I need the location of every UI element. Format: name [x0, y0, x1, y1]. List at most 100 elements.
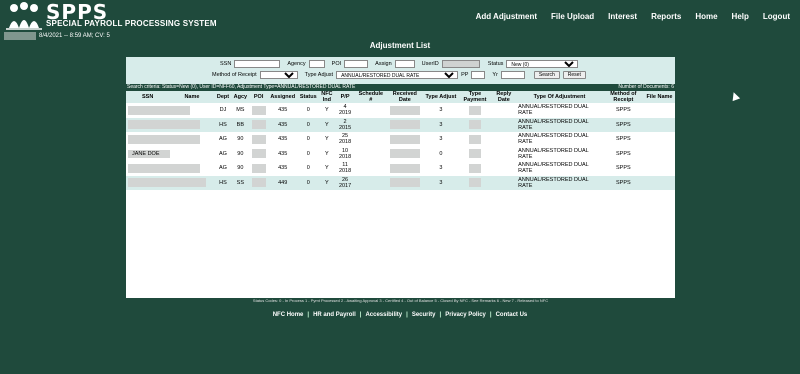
redacted-ssn [128, 163, 200, 173]
pp-cell: 10 2018 [338, 147, 352, 160]
ssn-input[interactable] [234, 60, 281, 68]
col-schedule[interactable]: Schedule # [355, 91, 387, 103]
table-row[interactable]: HS SS 449 0 Y 26 2017 3 ANNUAL/RESTORED … [126, 175, 675, 190]
poi-cell [249, 175, 268, 190]
table-row[interactable]: AG 90 435 0 Y 25 2018 3 ANNUAL/RESTORED … [126, 132, 675, 147]
footer-contact-us[interactable]: Contact Us [496, 312, 528, 318]
footer-privacy-policy[interactable]: Privacy Policy [445, 312, 486, 318]
assigned-cell: 435 [278, 107, 288, 114]
agency-input[interactable] [308, 60, 325, 68]
col-type-payment[interactable]: Type Payment [458, 91, 492, 103]
col-poi[interactable]: POI [249, 91, 268, 103]
col-agcy[interactable]: Agcy [231, 91, 250, 103]
nav-home[interactable]: Home [695, 12, 717, 21]
pp-input[interactable] [471, 71, 486, 79]
col-assigned[interactable]: Assigned [267, 91, 298, 103]
ssn-name-cell[interactable] [126, 117, 215, 132]
nav-file-upload[interactable]: File Upload [551, 12, 594, 21]
col-name[interactable]: Name [169, 91, 215, 103]
type-of-adjustment-cell: ANNUAL/RESTORED DUAL RATE [518, 162, 589, 175]
ssn-name-cell[interactable]: JANE DOE [126, 147, 215, 162]
app-subtitle: SPECIAL PAYROLL PROCESSING SYSTEM [46, 19, 217, 28]
table-header-row: SSN Name Dept Agcy POI Assigned Status N… [126, 91, 675, 103]
poi-cell [249, 103, 268, 118]
col-dept[interactable]: Dept [214, 91, 232, 103]
col-method-of-receipt[interactable]: Method of Receipt [602, 91, 644, 103]
method-cell: SPPS [616, 165, 631, 172]
footer-nfc-home[interactable]: NFC Home [273, 312, 304, 318]
schedule-cell [355, 132, 386, 147]
footer-hr-payroll[interactable]: HR and Payroll [313, 312, 356, 318]
table-row[interactable]: AG 90 435 0 Y 11 2018 3 ANNUAL/RESTORED … [126, 161, 675, 176]
type-adjust-cell: 3 [439, 107, 443, 114]
col-reply-date[interactable]: Reply Date [491, 91, 517, 103]
assign-input[interactable] [394, 60, 415, 68]
redacted-poi [251, 149, 266, 159]
reply-cell [491, 117, 517, 132]
col-nfc-ind[interactable]: NFC Ind [318, 91, 335, 103]
col-ssn[interactable]: SSN [126, 91, 170, 103]
ssn-name-cell[interactable] [126, 103, 215, 118]
table-row[interactable]: JANE DOE AG 90 435 0 Y 10 2018 0 ANNUAL/… [126, 147, 675, 162]
nav-reports[interactable]: Reports [651, 12, 681, 21]
nav-logout[interactable]: Logout [763, 12, 790, 21]
reset-button[interactable]: Reset [562, 71, 586, 79]
footer-separator: | [439, 312, 442, 318]
poi-input[interactable] [344, 60, 369, 68]
assigned-cell: 435 [278, 150, 288, 157]
status-cell: 0 [306, 136, 310, 143]
top-nav: Add Adjustment File Upload Interest Repo… [476, 12, 790, 21]
footer-accessibility[interactable]: Accessibility [365, 312, 402, 318]
dept-cell: DJ [219, 107, 227, 114]
nav-interest[interactable]: Interest [608, 12, 637, 21]
col-pp[interactable]: P/P [334, 91, 356, 103]
file-cell [643, 117, 675, 132]
search-button[interactable]: Search [533, 71, 560, 79]
file-cell [644, 161, 675, 176]
type-adjust-label: Type Adjust [304, 72, 334, 78]
method-cell: SPPS [616, 136, 631, 143]
type-adjust-cell: 3 [439, 165, 443, 172]
redacted-user [4, 31, 36, 40]
table-row[interactable]: HS BB 435 0 Y 2 2015 3 ANNUAL/RESTORED D… [126, 117, 675, 132]
col-status[interactable]: Status [297, 91, 319, 103]
ssn-name-cell[interactable] [126, 132, 215, 147]
method-select[interactable] [259, 71, 298, 79]
col-type-adjust[interactable]: Type Adjust [423, 91, 459, 103]
redacted-ssn [128, 120, 200, 130]
type-adjust-cell: 3 [439, 136, 443, 143]
mouse-pointer-icon [729, 90, 741, 102]
yr-input[interactable] [500, 71, 525, 79]
col-received-date[interactable]: Received Date [386, 91, 424, 103]
type-adjust-cell: 0 [439, 150, 443, 157]
nfc-cell: Y [325, 150, 329, 157]
poi-cell [249, 161, 268, 176]
status-select[interactable]: New (0) [506, 60, 579, 68]
file-cell [644, 147, 675, 162]
ssn-name-cell[interactable] [126, 175, 215, 190]
nav-help[interactable]: Help [732, 12, 749, 21]
schedule-cell [355, 117, 387, 132]
method-cell: SPPS [602, 117, 644, 132]
file-cell [644, 103, 675, 118]
ssn-name-cell[interactable] [126, 161, 215, 176]
nav-add-adjustment[interactable]: Add Adjustment [476, 12, 537, 21]
redacted-payment [468, 134, 481, 144]
footer-separator: | [406, 312, 408, 318]
type-adjust-select[interactable]: ANNUAL/RESTORED DUAL RATE [336, 71, 459, 79]
poi-label: POI [331, 61, 342, 67]
status-cell: 0 [306, 107, 310, 114]
redacted-poi [251, 120, 266, 130]
agcy-cell: BB [231, 117, 250, 132]
pp-cell: 25 2018 [338, 133, 352, 146]
redacted-date [389, 149, 420, 159]
footer-security[interactable]: Security [412, 312, 436, 318]
userid-input[interactable] [441, 60, 480, 68]
redacted-ssn [128, 178, 206, 188]
poi-cell [249, 132, 268, 147]
yr-label: Yr [492, 72, 498, 78]
col-file-name[interactable]: File Name [643, 91, 675, 103]
table-row[interactable]: DJ MS 435 0 Y 4 2019 3 ANNUAL/RESTORED D… [126, 103, 675, 118]
col-type-of-adjustment[interactable]: Type Of Adjustment [516, 91, 603, 103]
redacted-poi [251, 105, 266, 115]
